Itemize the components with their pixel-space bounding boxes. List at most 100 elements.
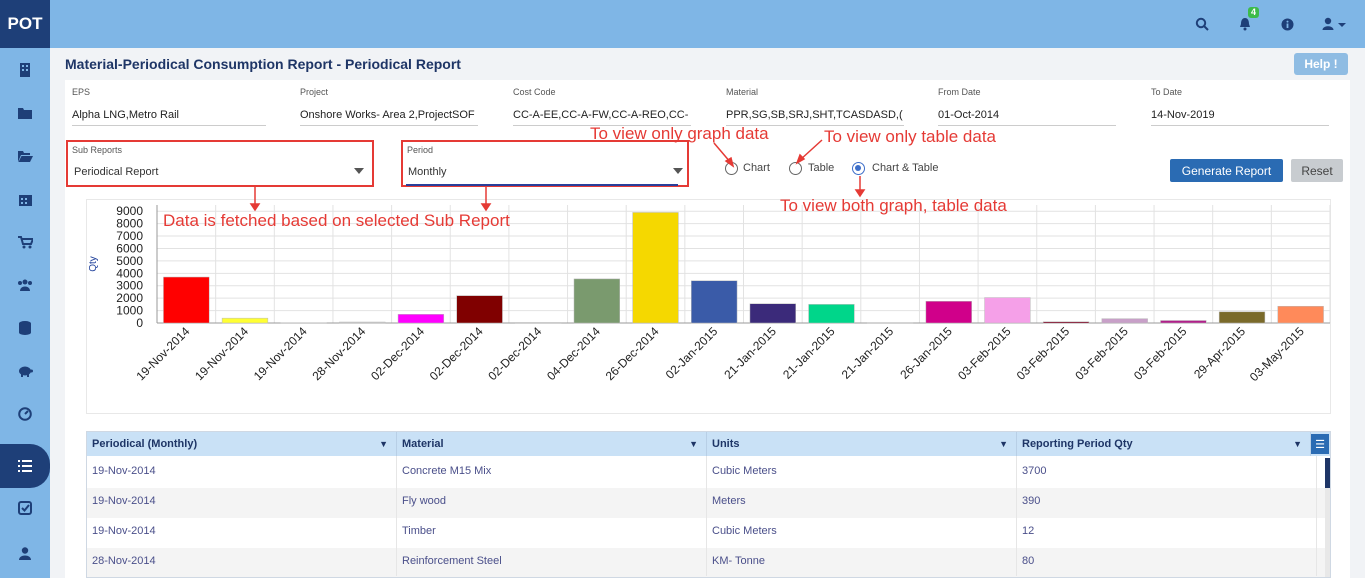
table-cell: 28-Nov-2014	[87, 546, 397, 576]
x-tick-label: 21-Jan-2015	[780, 324, 838, 382]
y-tick-label: 8000	[116, 217, 143, 231]
annotation-graph-only: To view only graph data	[590, 124, 769, 143]
column-header-units-label: Units	[712, 438, 740, 450]
bar	[1101, 318, 1148, 324]
building-icon[interactable]	[0, 51, 50, 89]
bar	[573, 278, 620, 324]
annotation-sub-report: Data is fetched based on selected Sub Re…	[163, 211, 510, 230]
x-tick-label: 26-Jan-2015	[897, 324, 955, 382]
x-tick-label: 03-Feb-2015	[1131, 324, 1190, 383]
eps-field[interactable]: Alpha LNG,Metro Rail	[72, 104, 266, 126]
table-cell: Cubic Meters	[707, 456, 1017, 486]
database-icon[interactable]	[0, 309, 50, 347]
column-header-period[interactable]: Periodical (Monthly) ▼	[87, 432, 397, 456]
period-highlight	[401, 140, 689, 187]
table-scrollbar[interactable]	[1325, 458, 1330, 577]
cost-code-field[interactable]: CC-A-EE,CC-A-FW,CC-A-REO,CC-	[513, 104, 691, 126]
chart-radio[interactable]	[725, 162, 738, 175]
sub-reports-label: Sub Reports	[72, 145, 123, 155]
annotation-table-only: To view only table data	[824, 127, 996, 146]
bar	[691, 280, 738, 324]
info-icon[interactable]	[1277, 14, 1297, 34]
sort-chevron-icon[interactable]: ▼	[379, 432, 388, 456]
column-header-units[interactable]: Units ▼	[707, 432, 1017, 456]
x-tick-label: 19-Nov-2014	[192, 324, 251, 383]
bar	[1042, 321, 1090, 324]
period-dropdown-icon[interactable]	[673, 168, 683, 174]
dashboard-icon[interactable]	[0, 395, 50, 433]
bar	[808, 304, 855, 324]
x-tick-label: 03-May-2015	[1247, 324, 1307, 384]
to-date-label: To Date	[1151, 87, 1183, 97]
project-field[interactable]: Onshore Works- Area 2,ProjectSOF	[300, 104, 478, 126]
eps-label: EPS	[72, 87, 91, 97]
users-icon[interactable]	[0, 266, 50, 304]
from-date-label: From Date	[938, 87, 981, 97]
bar	[456, 295, 503, 324]
table-cell: KM- Tonne	[707, 546, 1017, 576]
user-profile-icon[interactable]	[0, 534, 50, 572]
table-cell: 19-Nov-2014	[87, 486, 397, 516]
chart-table-radio[interactable]	[852, 162, 865, 175]
annotation-both: To view both graph, table data	[780, 196, 1007, 215]
x-tick-label: 03-Feb-2015	[1072, 324, 1131, 383]
sort-chevron-icon[interactable]: ▼	[1293, 432, 1302, 456]
x-tick-label: 21-Jan-2015	[721, 324, 779, 382]
bar	[1160, 320, 1207, 324]
y-tick-label: 2000	[116, 291, 143, 305]
bar	[397, 314, 445, 324]
period-select[interactable]: Monthly	[408, 166, 678, 178]
checkbox-icon[interactable]	[0, 489, 50, 527]
bar	[221, 317, 269, 324]
sort-chevron-icon[interactable]: ▼	[689, 432, 698, 456]
y-tick-label: 5000	[116, 254, 143, 268]
table-cell: Meters	[707, 486, 1017, 516]
table-cell: 390	[1017, 486, 1317, 516]
calendar-icon[interactable]	[0, 180, 50, 218]
material-field[interactable]: PPR,SG,SB,SRJ,SHT,TCASDASD,(	[726, 104, 904, 126]
column-header-qty[interactable]: Reporting Period Qty ▼	[1017, 432, 1311, 456]
to-date-field[interactable]: 14-Nov-2019	[1151, 104, 1329, 126]
help-button[interactable]: Help !	[1294, 53, 1348, 75]
material-label: Material	[726, 87, 759, 97]
brand-logo[interactable]: POT	[0, 0, 50, 48]
bar-chart: 0100020003000400050006000700080009000 Qty…	[88, 204, 1331, 384]
chart-container: 0 1000 2000 3000 4000 5000 6000 7000 8000 9000 Qty…	[86, 199, 1331, 414]
folder-icon[interactable]	[0, 94, 50, 132]
piggy-bank-icon[interactable]	[0, 352, 50, 390]
column-header-material[interactable]: Material ▼	[397, 432, 707, 456]
bar	[1277, 305, 1324, 324]
table-radio-label[interactable]: Table	[808, 162, 834, 174]
chart-table-radio-label[interactable]: Chart & Table	[872, 162, 938, 174]
x-tick-label: 21-Jan-2015	[839, 324, 897, 382]
sub-reports-dropdown-icon[interactable]	[354, 168, 364, 174]
x-tick-label: 04-Dec-2014	[544, 324, 603, 383]
from-date-field[interactable]: 01-Oct-2014	[938, 104, 1116, 126]
x-tick-label: 28-Nov-2014	[309, 324, 368, 383]
column-menu-icon[interactable]: ☰	[1311, 434, 1329, 454]
column-header-qty-label: Reporting Period Qty	[1022, 438, 1133, 450]
y-tick-label: 0	[136, 316, 143, 330]
table-cell: Fly wood	[397, 486, 707, 516]
x-tick-label: 26-Dec-2014	[603, 324, 662, 383]
table-cell: 12	[1017, 516, 1317, 546]
user-menu-icon[interactable]	[1318, 14, 1350, 34]
table-scroll-thumb[interactable]	[1325, 458, 1330, 488]
chart-radio-label[interactable]: Chart	[743, 162, 770, 174]
y-tick-label: 6000	[116, 241, 143, 255]
x-tick-label: 02-Dec-2014	[427, 324, 486, 383]
bar	[163, 276, 210, 324]
search-icon[interactable]	[1192, 14, 1212, 34]
sub-reports-select[interactable]: Periodical Report	[74, 166, 354, 178]
folder-open-icon[interactable]	[0, 137, 50, 175]
cart-icon[interactable]	[0, 223, 50, 261]
y-tick-label: 7000	[116, 229, 143, 243]
sort-chevron-icon[interactable]: ▼	[999, 432, 1008, 456]
list-icon[interactable]	[0, 444, 50, 488]
y-tick-label: 4000	[116, 266, 143, 280]
generate-report-button[interactable]: Generate Report	[1170, 159, 1283, 182]
table-radio[interactable]	[789, 162, 802, 175]
top-bar: POT 4	[0, 0, 1365, 48]
reset-button[interactable]: Reset	[1291, 159, 1343, 182]
y-tick-label: 1000	[116, 304, 143, 318]
